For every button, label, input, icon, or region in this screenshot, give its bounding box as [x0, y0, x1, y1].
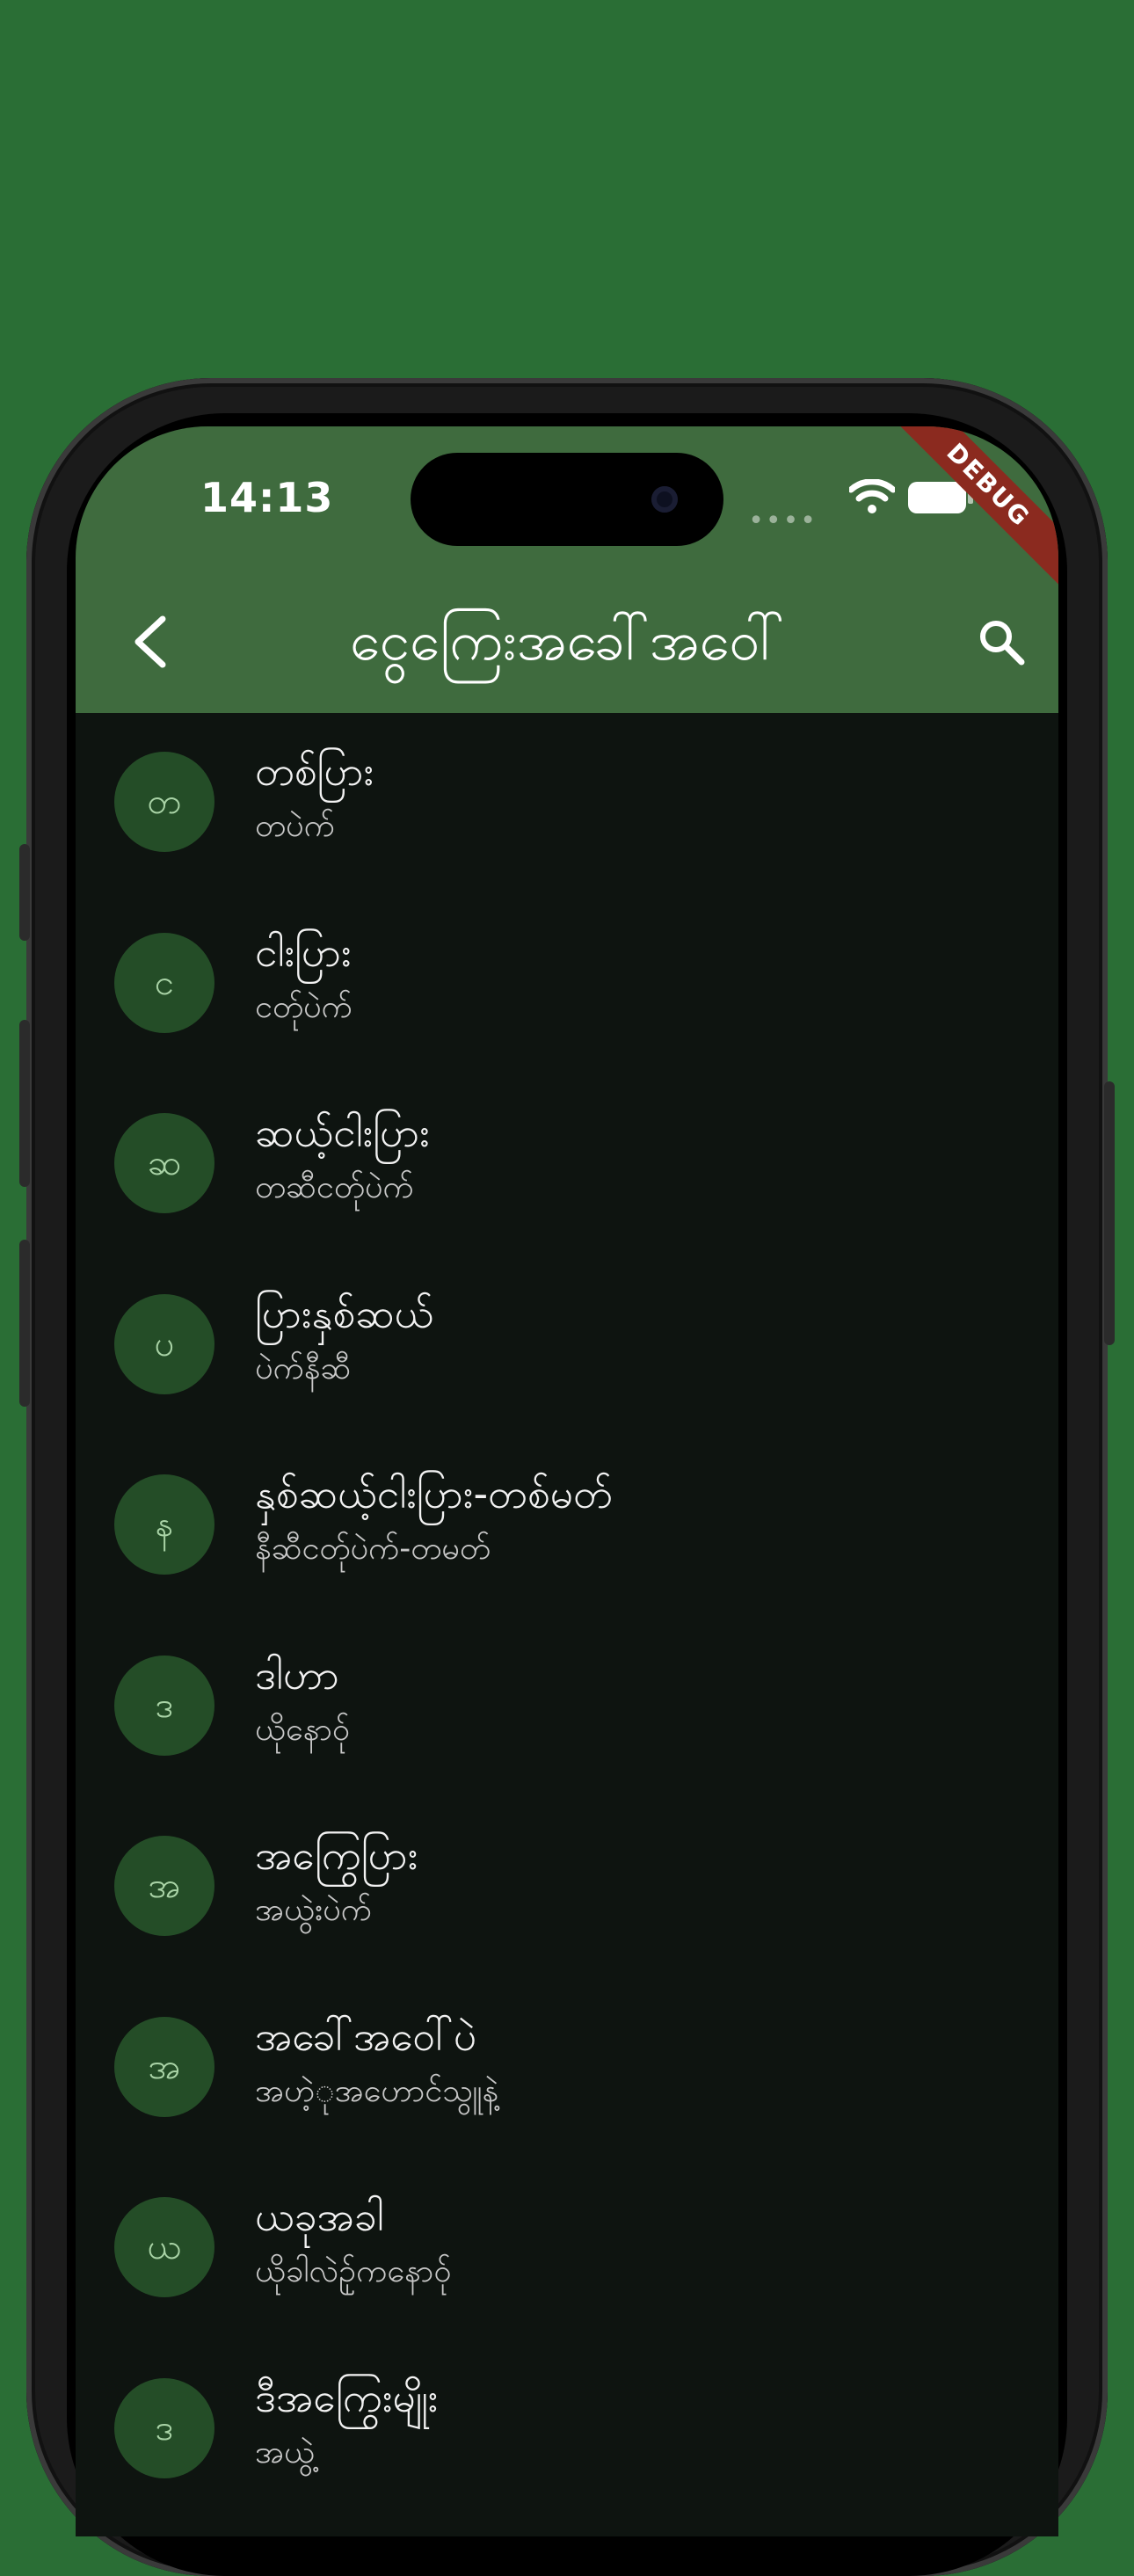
- avatar: ဆ: [114, 1113, 214, 1213]
- list-item[interactable]: ဒ ဒီအကြွေးမျိုး အယွဲ့: [76, 2340, 1058, 2521]
- dynamic-island: [411, 453, 723, 546]
- item-title: ဆယ့်ငါးပြား: [255, 1109, 430, 1156]
- item-subtitle: အယွဲးပဲက်: [255, 1892, 372, 1928]
- item-subtitle: နီဆီငတ်ုပဲက်-တမတ်: [255, 1531, 491, 1567]
- avatar: အ: [114, 2016, 214, 2117]
- list-item[interactable]: င ငါးပြား ငတ်ုပဲက်: [76, 894, 1058, 1075]
- power-button: [1104, 1081, 1115, 1345]
- list-item[interactable]: ဆ ဆယ့်ငါးပြား တဆီငတ်ုပဲက်: [76, 1074, 1058, 1255]
- item-title: နှစ်ဆယ့်ငါးပြား-တစ်မတ်: [255, 1470, 613, 1517]
- list-item[interactable]: တ တစ်ပြား တပဲက်: [76, 713, 1058, 894]
- item-title: ဒါဟာ: [255, 1650, 339, 1699]
- item-title: ပြားနှစ်ဆယ်: [255, 1289, 434, 1337]
- search-icon: [980, 621, 1025, 666]
- avatar: န: [114, 1474, 214, 1575]
- avatar: ယ: [114, 2197, 214, 2297]
- item-subtitle: ပဲက်နီဆီ: [255, 1350, 352, 1386]
- back-button[interactable]: [120, 611, 181, 673]
- item-title: ငါးပြား: [255, 928, 352, 976]
- item-subtitle: ယိုနောဝ်ု: [255, 1711, 351, 1748]
- list-item[interactable]: ပ ပြားနှစ်ဆယ် ပဲက်နီဆီ: [76, 1255, 1058, 1437]
- wifi-icon: [849, 479, 895, 513]
- item-subtitle: အဟဲ့ုအဟောင်သွူနဲ့: [255, 2072, 499, 2109]
- list-item[interactable]: ယ ယခုအခါ ယိုခါလဲဉ်ုကနောဝ်ု: [76, 2158, 1058, 2340]
- list-item[interactable]: အ အကြွေပြား အယွဲးပဲက်: [76, 1797, 1058, 1978]
- app-screen: 14:13 •••• DEBUG ငွေကြေးအခေါ်အဝေါ် တ တစ်…: [76, 426, 1058, 2536]
- avatar: င: [114, 932, 214, 1033]
- avatar: ဒ: [114, 2377, 214, 2478]
- item-title: အခေါ်အဝေါ်ပဲ: [255, 2012, 477, 2060]
- avatar: အ: [114, 1836, 214, 1936]
- volume-down-button: [19, 1240, 30, 1407]
- item-subtitle: တဆီငတ်ုပဲက်: [255, 1169, 414, 1205]
- status-time: 14:13: [200, 474, 334, 521]
- item-title: အကြွေပြား: [255, 1831, 418, 1879]
- page-title: ငွေကြေးအခေါ်အဝေါ်: [349, 608, 785, 673]
- item-subtitle: အယွဲ့: [255, 2434, 315, 2470]
- app-bar: 14:13 •••• DEBUG ငွေကြေးအခေါ်အဝေါ်: [76, 426, 1058, 713]
- camera-icon: [651, 486, 678, 513]
- list-item[interactable]: န နှစ်ဆယ့်ငါးပြား-တစ်မတ် နီဆီငတ်ုပဲက်-တမ…: [76, 1436, 1058, 1617]
- item-title: ဒီအကြွေးမျိုး: [255, 2373, 439, 2421]
- search-button[interactable]: [970, 611, 1032, 673]
- item-subtitle: ယိုခါလဲဉ်ုကနောဝ်ု: [255, 2253, 452, 2289]
- item-subtitle: တပဲက်: [255, 808, 335, 844]
- avatar: ပ: [114, 1293, 214, 1394]
- back-arrow-icon: [134, 615, 166, 668]
- action-button: [19, 844, 30, 941]
- list-item[interactable]: ဒ ဒါဟာ ယိုနောဝ်ု: [76, 1617, 1058, 1798]
- item-subtitle: ငတ်ုပဲက်: [255, 988, 353, 1025]
- item-title: တစ်ပြား: [255, 747, 374, 795]
- avatar: ဒ: [114, 1655, 214, 1756]
- word-list: တ တစ်ပြား တပဲက် င ငါးပြား ငတ်ုပဲက် ဆ ဆယ့…: [76, 713, 1058, 2520]
- list-item[interactable]: အ အခေါ်အဝေါ်ပဲ အဟဲ့ုအဟောင်သွူနဲ့: [76, 1978, 1058, 2159]
- item-title: ယခုအခါ: [255, 2193, 384, 2240]
- signal-dots-icon: ••••: [748, 506, 818, 536]
- volume-up-button: [19, 1020, 30, 1187]
- avatar: တ: [114, 752, 214, 852]
